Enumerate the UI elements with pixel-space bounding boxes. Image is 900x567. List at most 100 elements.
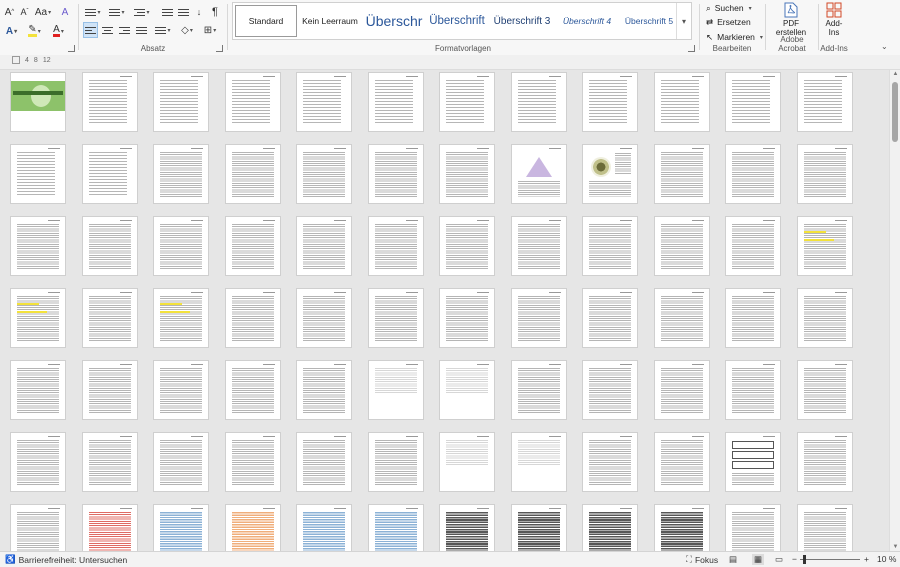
page-thumbnail[interactable] (797, 145, 852, 203)
page-thumbnail[interactable] (726, 433, 780, 491)
numbering-icon[interactable]: ▾ (107, 4, 127, 20)
page-thumbnail[interactable] (511, 361, 566, 419)
page-thumbnail[interactable] (654, 289, 709, 347)
page-thumbnail[interactable] (583, 217, 637, 275)
page-thumbnail[interactable] (440, 217, 494, 275)
page-thumbnail[interactable] (297, 73, 351, 131)
page-thumbnail[interactable] (297, 433, 351, 491)
page-thumbnail[interactable] (726, 73, 780, 131)
page-thumbnail[interactable] (797, 361, 852, 419)
page-thumbnail[interactable] (82, 73, 137, 131)
scroll-up-icon[interactable]: ▲ (891, 71, 900, 77)
page-thumbnail[interactable] (726, 289, 780, 347)
page-thumbnail[interactable] (797, 433, 852, 491)
styles-dialog-launcher[interactable] (688, 45, 695, 52)
sort-icon[interactable]: ↓ (192, 4, 206, 20)
page-thumbnail[interactable] (511, 433, 566, 491)
styles-more-icon[interactable]: ▾ (676, 3, 691, 39)
page-thumbnail[interactable] (726, 145, 780, 203)
shrink-font-icon[interactable]: Aˇ (18, 4, 31, 20)
replace-button[interactable]: ⇄ Ersetzen (706, 15, 751, 29)
page-thumbnail[interactable] (225, 433, 280, 491)
page-thumbnail[interactable] (154, 217, 208, 275)
page-thumbnail[interactable] (440, 505, 494, 551)
page-thumbnail[interactable] (297, 289, 351, 347)
page-thumbnail[interactable] (511, 145, 566, 203)
page-thumbnail[interactable] (368, 361, 423, 419)
page-thumbnail[interactable] (797, 505, 852, 551)
vertical-scrollbar[interactable]: ▲ ▼ (889, 70, 900, 551)
page-thumbnail[interactable] (654, 217, 709, 275)
style-heading-4[interactable]: Überschrift 4 (556, 3, 618, 39)
page-thumbnail[interactable] (225, 73, 280, 131)
page-thumbnail[interactable] (797, 73, 852, 131)
scrollbar-thumb[interactable] (892, 82, 898, 142)
shading-icon[interactable]: ◇ ▾ (177, 22, 197, 38)
style-heading-1[interactable]: Überschr (363, 3, 425, 39)
font-dialog-launcher[interactable] (68, 45, 75, 52)
page-thumbnail[interactable] (297, 145, 351, 203)
clear-formatting-icon[interactable]: A (58, 4, 72, 20)
scroll-down-icon[interactable]: ▼ (891, 544, 900, 550)
page-thumbnail[interactable] (11, 73, 65, 131)
increase-indent-icon[interactable] (176, 4, 190, 20)
page-thumbnail[interactable] (297, 361, 351, 419)
page-thumbnail[interactable] (82, 505, 137, 551)
focus-button[interactable]: ⛶ Fokus (686, 554, 718, 565)
page-thumbnail[interactable] (154, 145, 208, 203)
page-thumbnail[interactable] (440, 433, 494, 491)
ruler-corner-icon[interactable] (12, 56, 20, 64)
page-thumbnail[interactable] (11, 289, 65, 347)
zoom-out-icon[interactable]: − (792, 554, 797, 564)
align-center-icon[interactable] (100, 22, 115, 38)
page-thumbnail[interactable] (368, 289, 423, 347)
highlight-color-icon[interactable]: ✎ ▾ (26, 23, 43, 39)
page-thumbnail[interactable] (797, 217, 852, 275)
page-thumbnail[interactable] (583, 433, 637, 491)
web-layout-icon[interactable]: ▭ (775, 554, 783, 565)
style-no-spacing[interactable]: Kein Leerraum (299, 3, 361, 39)
page-thumbnail[interactable] (654, 361, 709, 419)
page-thumbnail[interactable] (440, 145, 494, 203)
page-thumbnail[interactable] (654, 433, 709, 491)
page-thumbnail[interactable] (82, 361, 137, 419)
addins-button[interactable]: Add- Ins (822, 2, 846, 42)
page-thumbnail[interactable] (11, 217, 65, 275)
page-thumbnail[interactable] (583, 145, 637, 203)
page-thumbnail[interactable] (368, 73, 423, 131)
page-thumbnail[interactable] (511, 289, 566, 347)
page-thumbnail[interactable] (583, 505, 637, 551)
page-thumbnail[interactable] (225, 145, 280, 203)
page-thumbnail[interactable] (154, 433, 208, 491)
show-formatting-icon[interactable]: ¶ (208, 4, 222, 20)
page-thumbnail[interactable] (511, 505, 566, 551)
grow-font-icon[interactable]: A ^ (3, 4, 16, 20)
select-button[interactable]: ↖ Markieren ▾ (706, 30, 763, 44)
page-thumbnail[interactable] (225, 217, 280, 275)
page-thumbnail[interactable] (82, 145, 137, 203)
page-thumbnail[interactable] (511, 217, 566, 275)
line-spacing-icon[interactable]: ▾ (153, 22, 173, 38)
read-mode-icon[interactable]: ▤ (729, 554, 737, 565)
page-thumbnail[interactable] (583, 289, 637, 347)
document-area[interactable] (0, 70, 889, 551)
page-thumbnail[interactable] (82, 433, 137, 491)
font-color-icon[interactable]: A ▾ (50, 23, 67, 39)
page-thumbnail[interactable] (368, 145, 423, 203)
style-heading-3[interactable]: Überschrift 3 (490, 3, 554, 39)
page-thumbnail[interactable] (583, 361, 637, 419)
zoom-slider[interactable] (800, 559, 860, 560)
justify-icon[interactable] (134, 22, 149, 38)
zoom-slider-thumb[interactable] (803, 555, 806, 564)
zoom-in-icon[interactable]: + (864, 554, 869, 564)
page-thumbnail[interactable] (654, 145, 709, 203)
multilevel-list-icon[interactable]: ▾ (131, 4, 153, 20)
page-thumbnail[interactable] (583, 73, 637, 131)
page-thumbnail[interactable] (368, 505, 423, 551)
text-effects-icon[interactable]: A ▾ (3, 23, 20, 39)
page-thumbnail[interactable] (11, 505, 65, 551)
change-case-icon[interactable]: Aa ▾ (34, 4, 52, 20)
page-thumbnail[interactable] (440, 361, 494, 419)
style-standard[interactable]: Standard (235, 5, 297, 37)
page-thumbnail[interactable] (225, 361, 280, 419)
